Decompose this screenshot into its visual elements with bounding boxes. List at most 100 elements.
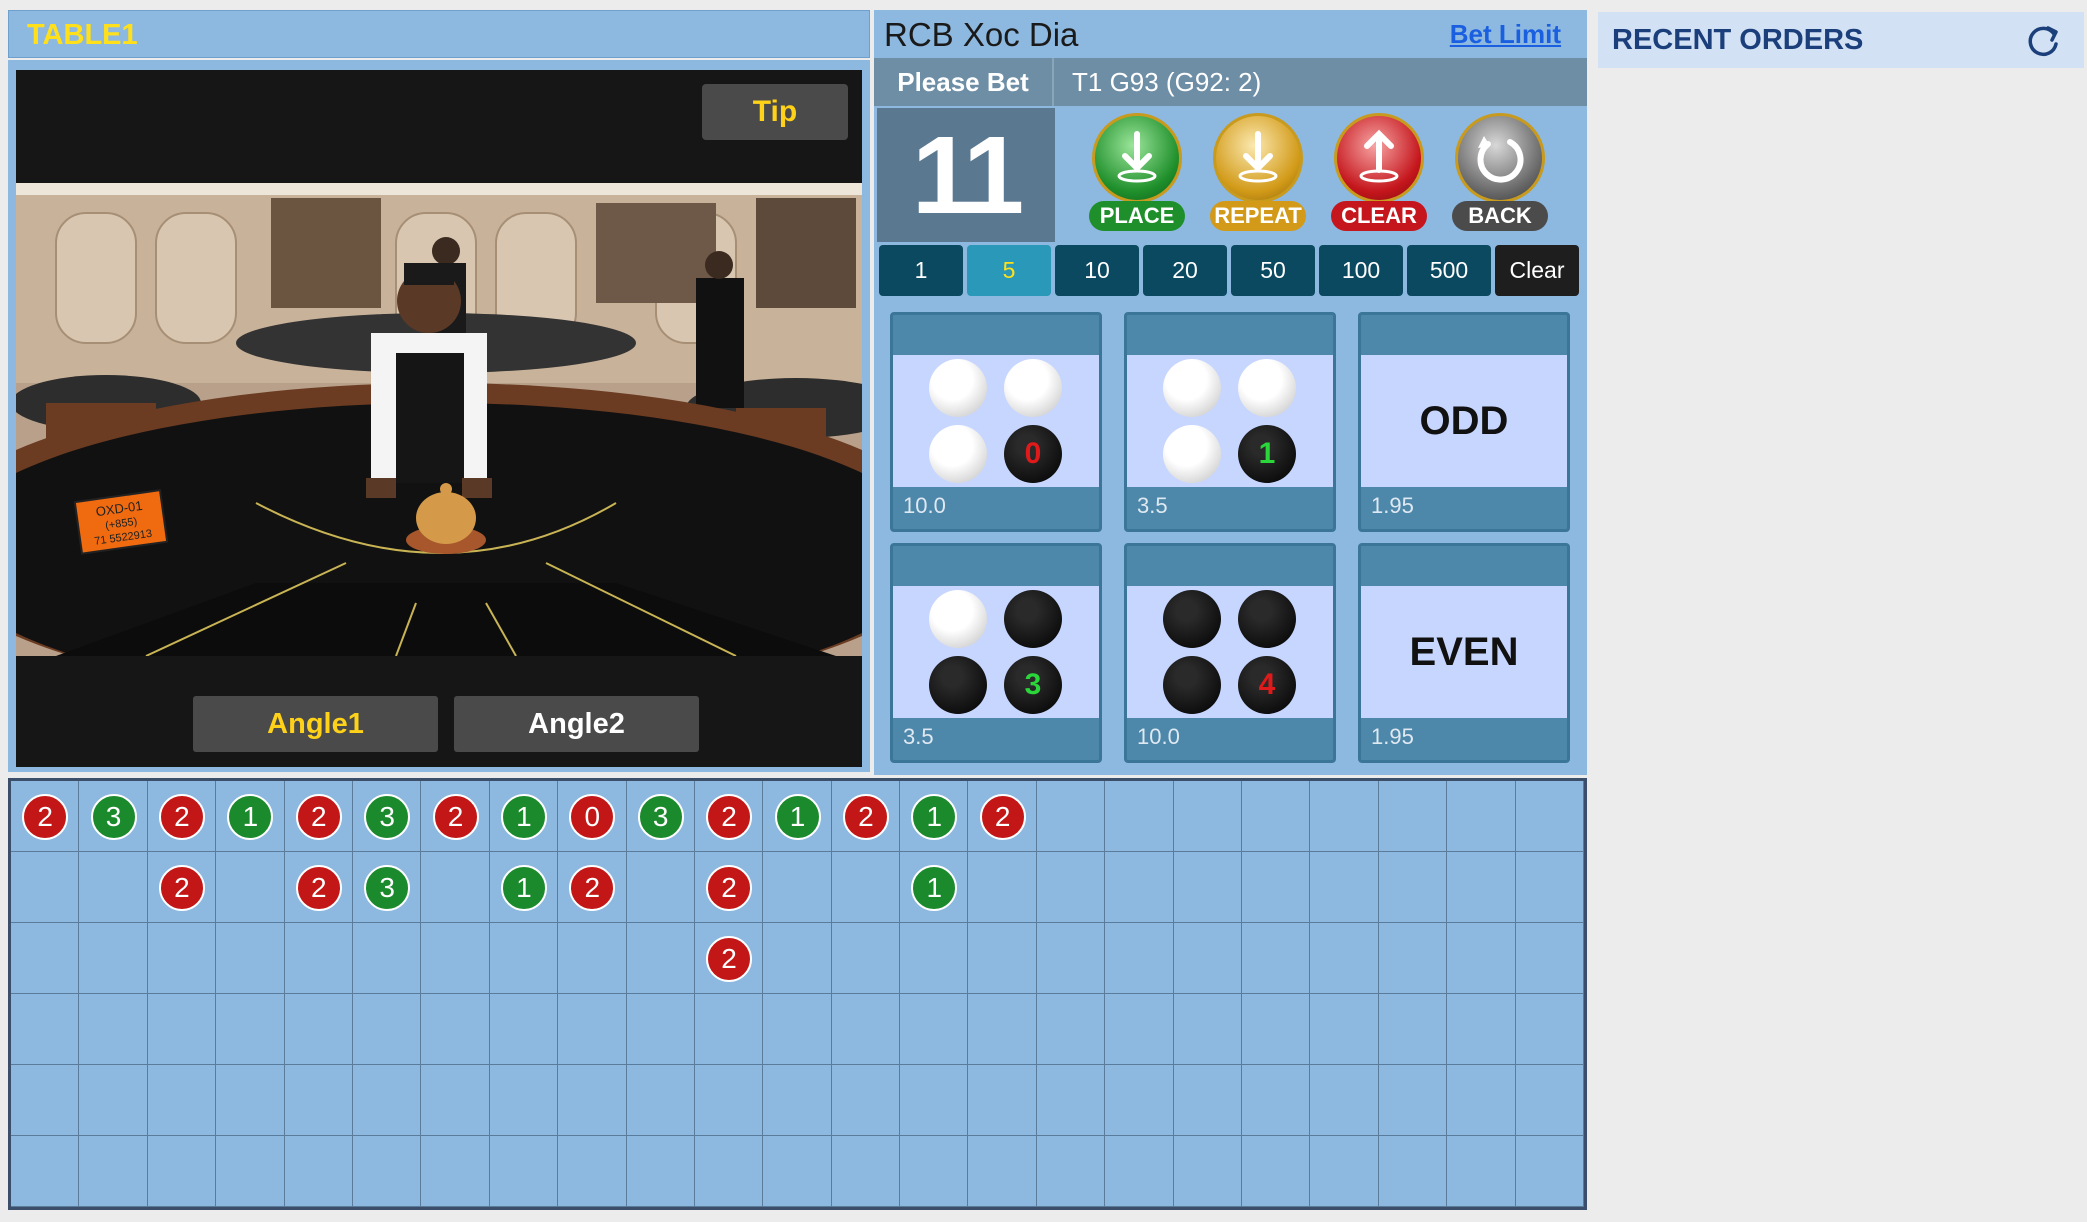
bet-pattern: 4	[1127, 586, 1333, 718]
roadmap-cell	[147, 923, 217, 994]
roadmap-cell	[1105, 994, 1174, 1065]
roadmap-cell	[900, 1136, 969, 1207]
chip-50[interactable]: 50	[1231, 245, 1315, 296]
video-panel: Tip OXD-01 (+855) 71 5522913 Angle1 Angl…	[8, 60, 870, 772]
roadmap-result: 2	[706, 793, 753, 840]
roadmap-cell	[831, 1065, 901, 1136]
roadmap-cell	[1447, 1136, 1516, 1207]
bet-limit-link[interactable]: Bet Limit	[1450, 19, 1561, 50]
roadmap-cell	[284, 1136, 353, 1207]
refresh-icon[interactable]	[2024, 22, 2062, 60]
roadmap-cell	[1378, 1136, 1448, 1207]
red-count: 1	[1258, 437, 1276, 470]
white-disc	[1238, 359, 1296, 417]
undo-icon	[1455, 113, 1545, 203]
countdown-timer: 11	[877, 108, 1055, 242]
roadmap-result: 2	[842, 793, 889, 840]
roadmap-cell	[421, 852, 490, 923]
roadmap-cell	[968, 994, 1037, 1065]
roadmap-cell	[1173, 923, 1243, 994]
roadmap-cell	[1242, 1136, 1311, 1207]
live-video-feed: OXD-01 (+855) 71 5522913	[16, 183, 862, 656]
roadmap-result: 2	[432, 793, 479, 840]
roadmap-cell	[900, 923, 969, 994]
chip-100[interactable]: 100	[1319, 245, 1403, 296]
bet-even[interactable]: EVEN 1.95	[1358, 543, 1570, 763]
roadmap-cell	[1242, 781, 1311, 852]
roadmap-cell	[352, 1136, 422, 1207]
clear-button[interactable]: CLEAR	[1325, 113, 1433, 235]
bet-odds: 10.0	[903, 493, 946, 518]
bet-pattern: 1	[1127, 355, 1333, 487]
roadmap-cell	[968, 1065, 1037, 1136]
roadmap-cell	[11, 923, 80, 994]
repeat-button[interactable]: REPEAT	[1204, 113, 1312, 235]
roadmap-cell	[216, 994, 285, 1065]
tip-button[interactable]: Tip	[702, 84, 848, 140]
bet-odds: 3.5	[1137, 493, 1168, 518]
chip-500[interactable]: 500	[1407, 245, 1491, 296]
roadmap-result: 2	[706, 864, 753, 911]
roadmap-result: 3	[364, 864, 411, 911]
recent-orders-title: RECENT ORDERS	[1612, 24, 1864, 56]
roadmap-result: 1	[500, 864, 547, 911]
roadmap-cell	[1378, 781, 1448, 852]
roadmap-cell	[1036, 1065, 1106, 1136]
bet-four-red[interactable]: 4 10.0	[1124, 543, 1336, 763]
white-disc	[1004, 359, 1062, 417]
roadmap-result: 1	[774, 793, 821, 840]
black-disc: 0	[1004, 425, 1062, 483]
repeat-label: REPEAT	[1210, 201, 1306, 231]
roadmap-cell	[1378, 923, 1448, 994]
status-bar: Please Bet T1 G93 (G92: 2)	[874, 58, 1587, 106]
black-disc: 3	[1004, 656, 1062, 714]
roadmap-cell	[1173, 1065, 1243, 1136]
roadmap-result: 3	[637, 793, 684, 840]
roadmap-result: 2	[706, 935, 753, 982]
roadmap-cell	[79, 994, 148, 1065]
video-player: Tip OXD-01 (+855) 71 5522913 Angle1 Angl…	[16, 70, 862, 767]
download-icon	[1092, 113, 1182, 203]
place-button[interactable]: PLACE	[1083, 113, 1191, 235]
roadmap-cell	[1447, 781, 1516, 852]
chip-clear-button[interactable]: Clear	[1495, 245, 1579, 296]
roadmap-result: 0	[569, 793, 616, 840]
place-label: PLACE	[1089, 201, 1185, 231]
chip-5[interactable]: 5	[967, 245, 1051, 296]
roadmap-cell	[1447, 994, 1516, 1065]
roadmap-cell	[1310, 781, 1379, 852]
chip-10[interactable]: 10	[1055, 245, 1139, 296]
roadmap-cell	[1447, 1065, 1516, 1136]
roadmap-cell	[1173, 781, 1243, 852]
roadmap-cell	[831, 923, 901, 994]
roadmap-cell	[1242, 994, 1311, 1065]
back-label: BACK	[1452, 201, 1548, 231]
chip-1[interactable]: 1	[879, 245, 963, 296]
bet-odds: 10.0	[1137, 724, 1180, 749]
bet-odd[interactable]: ODD 1.95	[1358, 312, 1570, 532]
roadmap-result: 2	[295, 864, 342, 911]
round-info: T1 G93 (G92: 2)	[1072, 67, 1262, 97]
angle1-button[interactable]: Angle1	[193, 696, 438, 752]
roadmap-cell	[352, 994, 422, 1065]
angle2-button[interactable]: Angle2	[454, 696, 699, 752]
bet-three-red[interactable]: 3 3.5	[890, 543, 1102, 763]
roadmap-cell	[1242, 852, 1311, 923]
roadmap-result: 2	[979, 793, 1026, 840]
roadmap-cell	[1036, 994, 1106, 1065]
bet-odds: 3.5	[903, 724, 934, 749]
bet-three-white[interactable]: 1 3.5	[1124, 312, 1336, 532]
roadmap-cell	[558, 1136, 627, 1207]
roadmap-cell	[626, 852, 695, 923]
chip-20[interactable]: 20	[1143, 245, 1227, 296]
bet-four-white[interactable]: 0 10.0	[890, 312, 1102, 532]
roadmap-cell	[11, 1136, 80, 1207]
back-button[interactable]: BACK	[1446, 113, 1554, 235]
roadmap-result: 2	[158, 864, 205, 911]
roadmap-result: 1	[227, 793, 274, 840]
roadmap-cell	[1515, 923, 1584, 994]
roadmap-result: 1	[911, 793, 958, 840]
roadmap-cell	[147, 994, 217, 1065]
roadmap-cell	[1036, 923, 1106, 994]
roadmap-cell	[763, 1136, 832, 1207]
